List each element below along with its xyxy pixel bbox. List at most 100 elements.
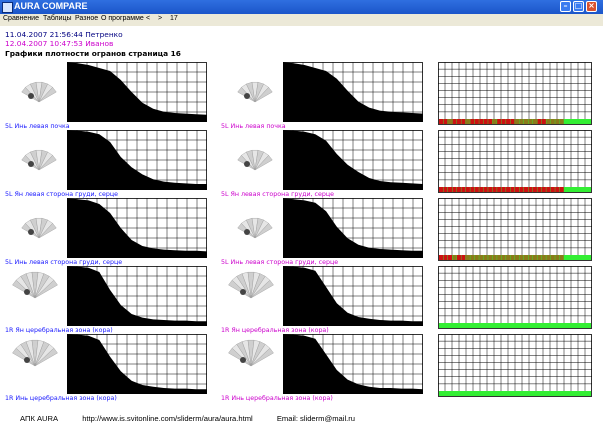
thumb-core xyxy=(28,229,34,235)
footer-email[interactable]: Email: sliderm@mail.ru xyxy=(277,414,355,423)
app-icon xyxy=(2,2,13,13)
comparison-strip xyxy=(438,334,592,397)
band-segment xyxy=(510,187,515,192)
band-segment xyxy=(510,119,515,124)
band-segment xyxy=(532,255,537,260)
title-bar[interactable]: AURA COMPARE – □ × xyxy=(0,0,603,14)
band-segment xyxy=(497,187,502,192)
footer-url[interactable]: http://www.is.svitonline.com/sliderm/aur… xyxy=(82,414,253,423)
band-segment xyxy=(470,119,475,124)
band-segment xyxy=(443,187,448,192)
band-segment xyxy=(488,187,493,192)
menu-misc[interactable]: Разное xyxy=(75,15,98,22)
density-graph xyxy=(283,62,423,122)
comparison-strip xyxy=(438,62,592,125)
band-base xyxy=(439,323,591,328)
band-segment xyxy=(474,119,479,124)
comparison-strip xyxy=(438,198,592,261)
thumb-core xyxy=(28,161,34,167)
organ-panel-right: 1R Ян церебральная зона (кора) xyxy=(221,266,431,336)
density-graph xyxy=(67,334,207,394)
band-segment xyxy=(519,187,524,192)
menu-compare[interactable]: Сравнение xyxy=(3,15,39,22)
density-graph xyxy=(67,266,207,326)
density-graph xyxy=(283,266,423,326)
organ-label: 5L Ян левая сторона груди, серце xyxy=(5,191,119,198)
aura-thumbnail xyxy=(228,339,274,367)
next-page-button[interactable]: > xyxy=(158,15,162,22)
band-segment xyxy=(555,119,560,124)
menu-tables[interactable]: Таблицы xyxy=(43,15,72,22)
density-graph xyxy=(283,198,423,258)
thumb-core xyxy=(24,357,30,363)
band-segment xyxy=(528,119,533,124)
band-segment xyxy=(470,255,475,260)
aura-thumbnail xyxy=(237,81,273,103)
density-graph xyxy=(283,334,423,394)
band-base xyxy=(439,391,591,396)
page-heading: Графики плотности огранов страница 16 xyxy=(5,49,181,58)
band-segment xyxy=(479,255,484,260)
band-segment xyxy=(443,119,448,124)
band-segment xyxy=(537,255,542,260)
band-segment xyxy=(523,119,529,124)
band-segment xyxy=(461,187,466,192)
band-segment xyxy=(465,255,470,260)
band-segment xyxy=(488,255,493,260)
band-segment xyxy=(501,187,506,192)
aura-thumbnail xyxy=(237,149,273,171)
band-segment xyxy=(528,255,533,260)
band-segment xyxy=(474,187,479,192)
organ-label: 1R Инь церебральная зона (кора) xyxy=(5,395,117,402)
band-segment xyxy=(523,255,529,260)
footer-brand: АПК AURA xyxy=(20,414,59,423)
band-segment xyxy=(555,255,560,260)
thumb-core xyxy=(244,161,250,167)
organ-panel-left: 5L Инь левая сторона груди, серце xyxy=(5,198,215,268)
band-segment xyxy=(452,187,457,192)
app-window: AURA COMPARE – □ × Сравнение Таблицы Раз… xyxy=(0,0,603,428)
close-icon: × xyxy=(588,1,595,10)
page-number: 17 xyxy=(170,15,178,22)
thumb-core xyxy=(28,93,34,99)
close-button[interactable]: × xyxy=(586,1,597,12)
band-segment xyxy=(501,255,506,260)
band-segment xyxy=(519,119,524,124)
organ-panel-right: 5L Инь левая почка xyxy=(221,62,431,132)
band-segment xyxy=(519,255,524,260)
band-segment xyxy=(497,255,502,260)
organ-label: 1R Ян церебральная зона (кора) xyxy=(221,327,329,334)
menu-about[interactable]: О программе xyxy=(101,15,144,22)
band-segment xyxy=(483,119,488,124)
organ-label: 5L Инь левая сторона груди, серце xyxy=(221,259,339,266)
window-title: AURA COMPARE xyxy=(14,1,88,11)
thumb-core xyxy=(244,229,250,235)
band-segment xyxy=(532,119,537,124)
band-segment xyxy=(465,187,470,192)
band-segment xyxy=(461,119,466,124)
organ-panel-left: 5L Ян левая сторона груди, серце xyxy=(5,130,215,200)
comparison-strip xyxy=(438,130,592,193)
band-segment xyxy=(546,255,551,260)
band-segment xyxy=(443,255,448,260)
band-segment xyxy=(465,119,470,124)
band-segment xyxy=(515,187,520,192)
density-graph xyxy=(67,62,207,122)
organ-label: 5L Инь левая почка xyxy=(5,123,70,130)
minimize-icon: – xyxy=(563,1,568,10)
aura-thumbnail xyxy=(21,81,57,103)
band-segment xyxy=(470,187,475,192)
aura-thumbnail xyxy=(21,149,57,171)
band-segment xyxy=(523,187,529,192)
record-1: 11.04.2007 21:56:44 Петренко xyxy=(5,30,123,39)
organ-label: 1R Инь церебральная зона (кора) xyxy=(221,395,333,402)
minimize-button[interactable]: – xyxy=(560,1,571,12)
maximize-button[interactable]: □ xyxy=(573,1,584,12)
aura-thumbnail xyxy=(21,217,57,239)
thumb-core xyxy=(240,289,246,295)
band-segment xyxy=(506,119,511,124)
band-segment xyxy=(439,255,444,260)
prev-page-button[interactable]: < xyxy=(146,15,150,22)
aura-thumbnail xyxy=(12,271,58,299)
comparison-strip xyxy=(438,266,592,329)
